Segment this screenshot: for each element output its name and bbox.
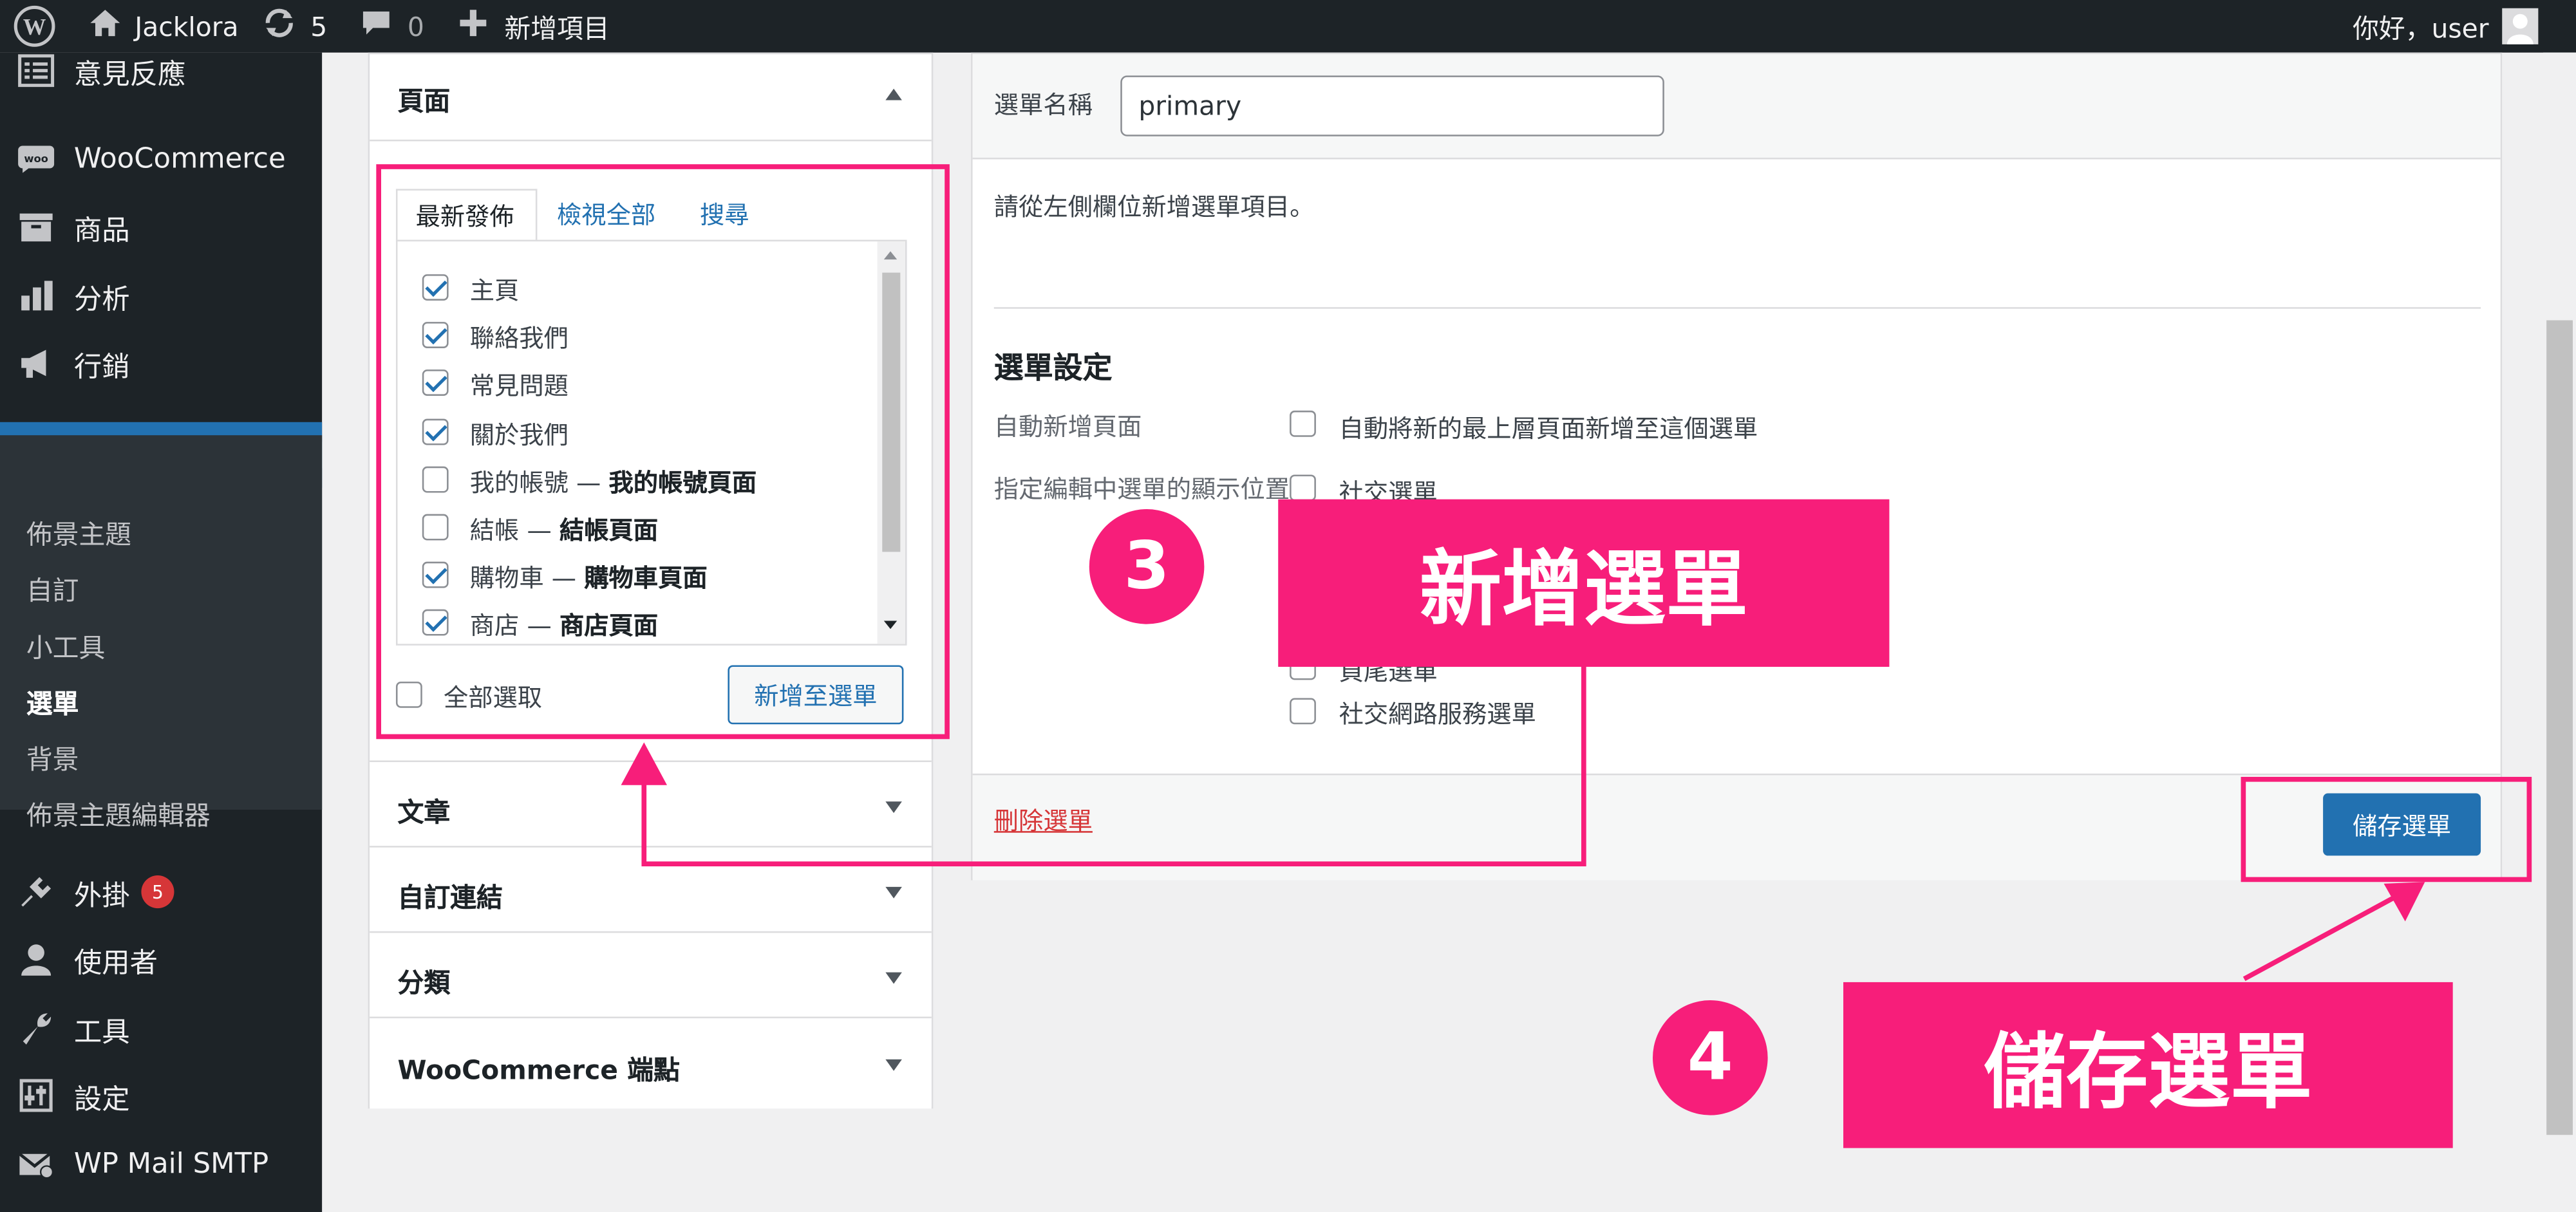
step-4-label: 儲存選單 bbox=[1843, 982, 2453, 1148]
page-checkbox-label: 結帳 — 結帳頁面 bbox=[470, 512, 658, 547]
page-checkbox-label: 購物車 — 購物車頁面 bbox=[470, 561, 708, 595]
page-checkbox-label: 常見問題 bbox=[470, 369, 569, 404]
page-title: 購物車 — bbox=[469, 563, 585, 593]
page-checkbox-label: 聯絡我們 bbox=[470, 321, 569, 355]
page-checkbox-label: 我的帳號 — 我的帳號頁面 bbox=[470, 465, 757, 499]
page-checkbox[interactable] bbox=[422, 514, 449, 541]
page-title: 商店 — bbox=[469, 611, 559, 642]
page-checkbox[interactable] bbox=[422, 466, 449, 492]
page-title: 我的帳號 — bbox=[469, 467, 609, 498]
page-checkbox[interactable] bbox=[422, 274, 449, 301]
page-checkbox[interactable] bbox=[422, 562, 449, 588]
step-3-badge: 3 bbox=[1089, 509, 1205, 624]
arrow-head-step3 bbox=[621, 742, 667, 785]
page-checkbox-label: 關於我們 bbox=[470, 416, 569, 451]
page-title: 常見問題 bbox=[469, 371, 569, 402]
page-checkbox-label: 商店 — 商店頁面 bbox=[470, 608, 658, 643]
page-checkbox[interactable] bbox=[422, 610, 449, 637]
arrow-line-step3 bbox=[641, 665, 1586, 867]
page-checkbox[interactable] bbox=[422, 322, 449, 349]
step-3-label: 新增選單 bbox=[1278, 499, 1890, 667]
page-state: 商店頁面 bbox=[559, 611, 659, 642]
arrow-line-step4 bbox=[2242, 893, 2400, 982]
step-4-badge: 4 bbox=[1653, 1000, 1768, 1115]
page-title: 聯絡我們 bbox=[469, 324, 569, 354]
page-title: 主頁 bbox=[469, 275, 520, 306]
page-state: 結帳頁面 bbox=[559, 516, 659, 546]
page-checkbox[interactable] bbox=[422, 418, 449, 445]
screen: W Jacklora 5 0 新增項目 你好，user 意見反應 woo Woo… bbox=[0, 0, 2576, 1212]
page-title: 關於我們 bbox=[469, 420, 569, 450]
page-state: 我的帳號頁面 bbox=[608, 467, 757, 498]
page-checkbox-label: 主頁 bbox=[470, 273, 520, 308]
page-checkbox[interactable] bbox=[422, 370, 449, 396]
page-state: 購物車頁面 bbox=[584, 563, 708, 593]
page-title: 結帳 — bbox=[469, 516, 559, 546]
